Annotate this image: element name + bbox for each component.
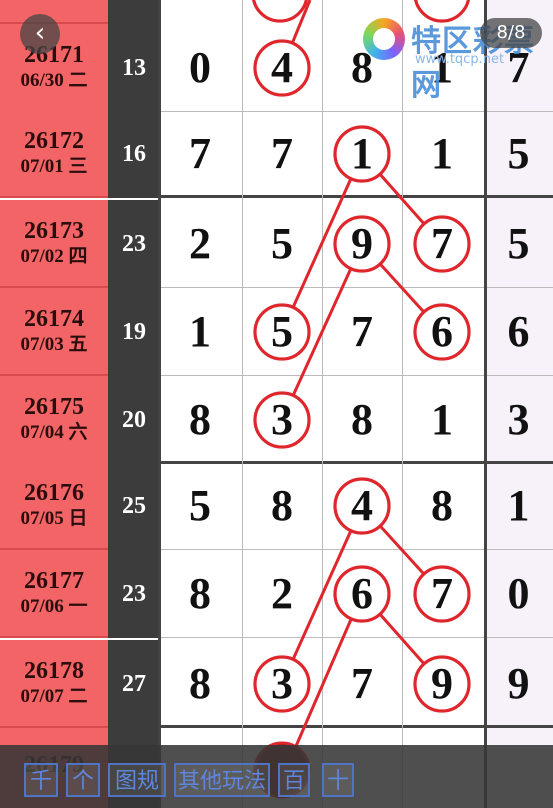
trend-overlay bbox=[252, 0, 471, 799]
highlight-circle bbox=[333, 125, 391, 183]
highlight-circle bbox=[413, 215, 471, 273]
highlight-circle bbox=[253, 655, 311, 713]
highlight-circle bbox=[333, 565, 391, 623]
chart-page: 261702617106/30 二13048172617207/01 三1677… bbox=[0, 0, 553, 808]
back-button[interactable]: ‹ bbox=[20, 14, 60, 54]
highlight-circle bbox=[413, 303, 471, 361]
logo-swirl-icon bbox=[363, 18, 405, 60]
highlight-circle bbox=[333, 215, 391, 273]
trend-link-line bbox=[379, 262, 425, 314]
logo-url: www.tqcp.net bbox=[415, 52, 505, 67]
highlight-circle bbox=[253, 39, 311, 97]
trend-link-line bbox=[290, 0, 312, 44]
toolbar-button-units[interactable]: 个 bbox=[66, 763, 100, 797]
highlight-circle bbox=[333, 477, 391, 535]
page-indicator: 8/8 bbox=[480, 18, 542, 48]
trend-link-line bbox=[378, 613, 426, 665]
trend-link-line bbox=[378, 173, 426, 225]
highlight-circle-partial bbox=[252, 0, 308, 23]
trend-link-line bbox=[379, 524, 425, 576]
toolbar-button-thousands[interactable]: 千 bbox=[24, 763, 58, 797]
toolbar-button-tens[interactable]: 十 bbox=[322, 763, 354, 797]
toolbar-button-hundreds[interactable]: 百 bbox=[278, 763, 310, 797]
toolbar-button-chart-rules[interactable]: 图规 bbox=[108, 763, 166, 797]
highlight-circle bbox=[413, 565, 471, 623]
toolbar-button-other-games[interactable]: 其他玩法 bbox=[174, 763, 270, 797]
chevron-left-icon: ‹ bbox=[34, 18, 46, 48]
highlight-circle bbox=[253, 303, 311, 361]
bottom-toolbar: 千 个 图规 其他玩法 百 十 bbox=[0, 745, 553, 808]
trend-link-line bbox=[288, 618, 353, 761]
highlight-circle bbox=[413, 655, 471, 713]
highlight-circle bbox=[253, 391, 311, 449]
